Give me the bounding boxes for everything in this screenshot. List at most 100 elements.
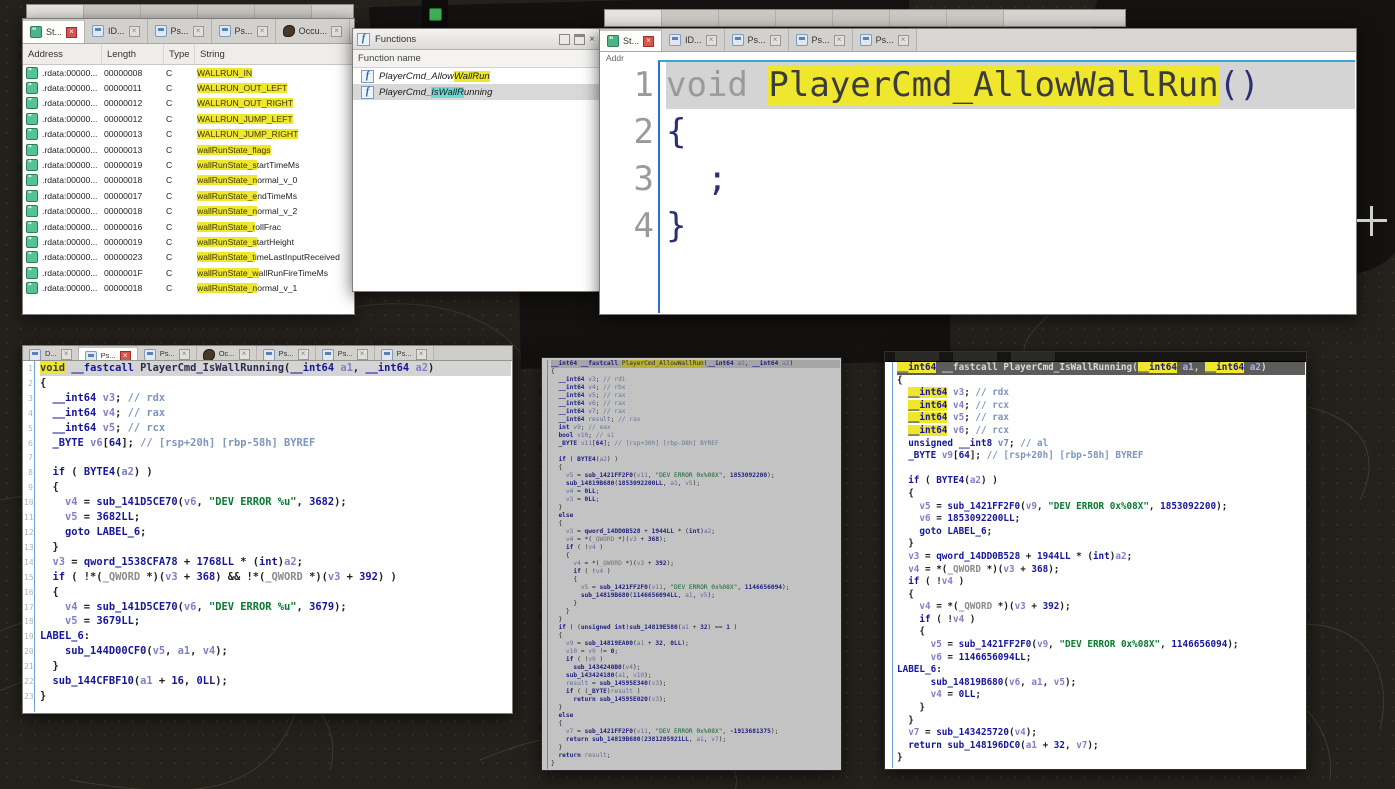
code-line[interactable]: } xyxy=(551,760,840,768)
column-header-string[interactable]: String xyxy=(195,44,354,64)
table-row[interactable]: .rdata:00000... 00000019 CwallRunState_sta… xyxy=(23,234,354,249)
code-line[interactable]: if ( !v9 ) xyxy=(551,656,840,664)
tab-id[interactable]: ID... × xyxy=(85,19,148,43)
pseudocode-pane-allowwallrun-zoom[interactable]: void PlayerCmd_AllowWallRun(){ ;} xyxy=(658,60,1355,313)
code-line[interactable]: sub_143424180(a1, v10); xyxy=(551,672,840,680)
clipped-tab[interactable]: Oc... × xyxy=(196,346,257,360)
code-line[interactable]: v3 = 0LL; xyxy=(551,496,840,504)
code-line[interactable]: else xyxy=(551,512,840,520)
clipped-tab[interactable]: Ps... × xyxy=(137,346,197,360)
code-line[interactable]: LABEL_6: xyxy=(40,629,511,644)
code-line[interactable]: { xyxy=(897,626,1305,639)
list-item-function[interactable]: f PlayerCmd_AllowWallRun xyxy=(353,68,599,84)
table-row[interactable]: .rdata:00000... 00000023 CwallRunState_tim… xyxy=(23,250,354,265)
code-line[interactable]: } xyxy=(897,715,1305,728)
maximize-icon[interactable] xyxy=(574,33,586,45)
code-line[interactable]: if ( BYTE4(a2) ) xyxy=(40,465,511,480)
code-line[interactable]: __int64 result; // rax xyxy=(551,416,840,424)
code-line[interactable]: if ( !v4 ) xyxy=(551,544,840,552)
code-line[interactable] xyxy=(551,448,840,456)
tab-st[interactable]: St...× xyxy=(600,29,663,51)
code-line[interactable]: v6 = 1853092200LL; xyxy=(897,513,1305,526)
clipped-tab[interactable]: Ps... × xyxy=(374,346,434,360)
tab-close-icon[interactable]: × xyxy=(60,349,72,360)
code-line[interactable]: } xyxy=(40,689,511,704)
tab-ps[interactable]: Ps... × xyxy=(852,29,917,51)
code-line[interactable]: __int64 v5; // rax xyxy=(897,412,1305,425)
code-line[interactable]: __int64 v4; // rbx xyxy=(551,384,840,392)
code-line[interactable]: return sub_148196DC0(a1 + 32, v7); xyxy=(897,740,1305,753)
code-line[interactable]: result = sub_14595E340(v3); xyxy=(551,680,840,688)
code-line[interactable]: __int64 v4; // rax xyxy=(40,406,511,421)
column-header-length[interactable]: Length xyxy=(102,44,164,64)
code-line[interactable]: if ( (unsigned int)sub_14819E580(a1 + 32… xyxy=(551,624,840,632)
code-line[interactable]: __int64 v3; // rdx xyxy=(897,387,1305,400)
pseudocode-pane-allowwallrun-decomp[interactable]: __int64 __fastcall PlayerCmd_AllowWallRu… xyxy=(547,360,840,769)
code-line[interactable]: } xyxy=(666,203,1355,250)
code-line[interactable]: v4 = 0LL; xyxy=(551,488,840,496)
pseudocode-pane-iswallrunning[interactable]: void __fastcall PlayerCmd_IsWallRunning(… xyxy=(34,361,511,712)
code-line[interactable]: v4 = sub_141D5CE70(v6, "DEV ERROR %u", 3… xyxy=(40,600,511,615)
code-line[interactable]: { xyxy=(551,576,840,584)
code-line[interactable]: __int64 v4; // rcx xyxy=(897,399,1305,413)
code-line[interactable]: v4 = sub_141D5CE70(v6, "DEV ERROR %u", 3… xyxy=(40,495,511,510)
code-line[interactable]: __int64 v7; // rax xyxy=(551,408,840,416)
tab-ps[interactable]: Ps... × xyxy=(147,19,212,43)
code-line[interactable]: { xyxy=(551,632,840,640)
code-line[interactable]: __int64 v3; // rdi xyxy=(551,376,840,384)
code-line[interactable]: v3 = qword_1538CFA78 + 1768LL * (int)a2; xyxy=(40,555,511,570)
code-line[interactable]: goto LABEL_6; xyxy=(897,526,1305,539)
code-line[interactable]: } xyxy=(897,538,1305,551)
code-line[interactable]: __int64 v6; // rax xyxy=(551,400,840,408)
code-line[interactable]: v6 = 1146656094LL; xyxy=(897,652,1305,665)
code-line[interactable]: } xyxy=(551,608,840,616)
tab-close-icon[interactable]: × xyxy=(415,349,427,360)
code-line[interactable]: v3 = qword_14DD0B528 + 1944LL * (int)a2; xyxy=(897,551,1305,564)
table-row[interactable]: .rdata:00000... 00000018 CwallRunState_nor… xyxy=(23,204,354,219)
column-header-address[interactable]: Address xyxy=(23,44,102,64)
code-line[interactable]: if ( BYTE4(a2) ) xyxy=(551,456,840,464)
code-line[interactable] xyxy=(40,450,511,465)
code-line[interactable]: v9 = sub_14819EA00(a1 + 32, 0LL); xyxy=(551,640,840,648)
code-line[interactable]: LABEL_6: xyxy=(897,664,1305,677)
code-line[interactable]: } xyxy=(551,704,840,712)
code-line[interactable]: if ( !v4 ) xyxy=(551,568,840,576)
code-line[interactable]: v4 = *(_QWORD *)(v3 + 392); xyxy=(897,601,1305,614)
code-line[interactable]: __int64 v5; // rcx xyxy=(40,421,511,436)
code-line[interactable]: sub_14819B680(1146656094LL, a1, v5); xyxy=(551,592,840,600)
code-line[interactable]: } xyxy=(551,504,840,512)
code-line[interactable]: } xyxy=(551,600,840,608)
table-row[interactable]: .rdata:00000... 00000012 C WALLRUN_JUMP_LEF… xyxy=(23,111,354,126)
code-line[interactable]: sub_144D00CF0(v5, a1, v4); xyxy=(40,644,511,659)
code-line[interactable]: } xyxy=(897,702,1305,715)
code-line[interactable]: return sub_14819B680(2381285921LL, a1, v… xyxy=(551,736,840,744)
code-line[interactable]: return sub_14595E020(v3); xyxy=(551,696,840,704)
tab-close-icon[interactable]: × xyxy=(897,34,909,46)
tab-close-icon[interactable]: × xyxy=(297,349,309,360)
code-line[interactable]: if ( !*(_QWORD *)(v3 + 368) && !*(_QWORD… xyxy=(40,570,511,585)
code-line[interactable]: unsigned __int8 v7; // al xyxy=(897,438,1305,451)
table-row[interactable]: .rdata:00000... 00000008 C WALLRUN_IN xyxy=(23,65,354,80)
tab-id[interactable]: ID... × xyxy=(662,29,725,51)
code-line[interactable]: { xyxy=(551,464,840,472)
tab-close-icon[interactable]: × xyxy=(643,35,655,47)
code-line[interactable]: { xyxy=(40,585,511,600)
list-item-function[interactable]: f PlayerCmd_IsWallRunning xyxy=(353,84,599,100)
tab-close-icon[interactable]: × xyxy=(769,34,781,46)
code-line[interactable]: { xyxy=(666,109,1355,156)
code-line[interactable]: v10 = v9 != 0; xyxy=(551,648,840,656)
table-row[interactable]: .rdata:00000... 00000017 CwallRunState_end… xyxy=(23,188,354,203)
code-line[interactable]: { xyxy=(897,488,1305,501)
code-line[interactable]: __int64 __fastcall PlayerCmd_IsWallRunni… xyxy=(897,362,1305,375)
code-line[interactable]: } xyxy=(40,659,511,674)
code-line[interactable]: if ( !v4 ) xyxy=(897,614,1305,627)
code-line[interactable]: { xyxy=(897,375,1305,388)
tab-close-icon[interactable]: × xyxy=(331,25,343,37)
code-line[interactable]: __int64 v3; // rdx xyxy=(40,391,511,406)
tab-close-icon[interactable]: × xyxy=(128,25,140,37)
code-line[interactable]: } xyxy=(40,540,511,555)
clipped-tab[interactable]: Ps... × xyxy=(78,346,138,360)
code-line[interactable] xyxy=(897,463,1305,476)
code-line[interactable]: sub_1434240B0(v4); xyxy=(551,664,840,672)
table-row[interactable]: .rdata:00000... 00000018 CwallRunState_nor… xyxy=(23,173,354,188)
